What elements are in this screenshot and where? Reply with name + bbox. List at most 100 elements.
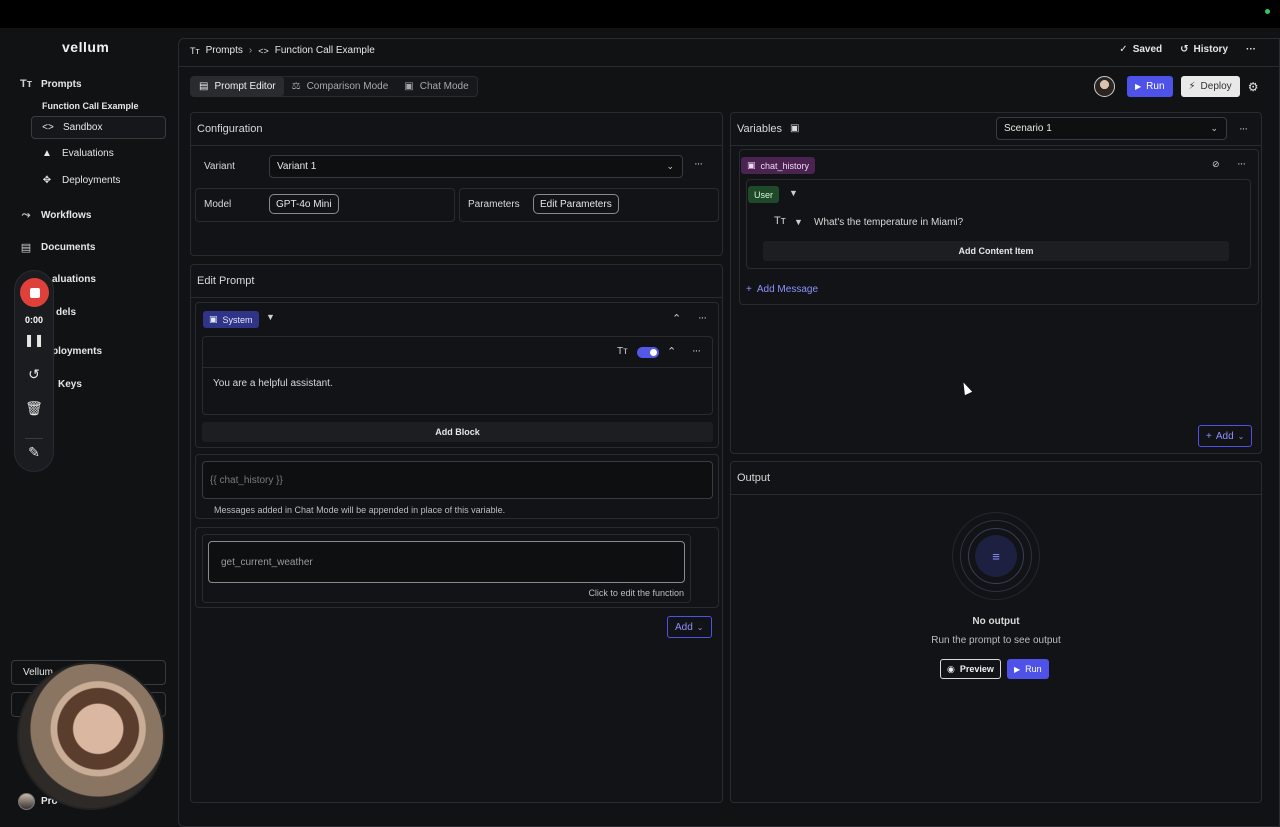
sidebar-item-api-keys[interactable]: Keys <box>58 379 82 390</box>
sidebar-item-label: Evaluations <box>62 148 114 159</box>
output-run-button[interactable]: ▶ Run <box>1007 659 1049 679</box>
tab-chat-mode[interactable]: ▣ Chat Mode <box>396 77 476 96</box>
caret-down-icon[interactable]: ▼ <box>794 217 803 227</box>
sidebar-current-prompt[interactable]: Function Call Example <box>42 101 139 111</box>
text-format-icon[interactable]: Tт <box>617 346 628 357</box>
deploy-button[interactable]: ⚡ Deploy <box>1180 76 1240 97</box>
chevron-up-icon[interactable]: ⌃ <box>667 345 676 358</box>
function-block: get_current_weather Click to edit the fu… <box>195 527 719 608</box>
header-divider <box>179 66 1280 67</box>
system-prompt-text[interactable]: You are a helpful assistant. <box>213 378 333 389</box>
add-content-item-button[interactable]: Add Content Item <box>763 241 1229 261</box>
sidebar-item-workflows[interactable]: ⤳ Workflows <box>20 209 92 222</box>
more-options-button[interactable]: ··· <box>1246 44 1256 55</box>
sidebar-item-prompts[interactable]: Tт Prompts <box>20 78 82 90</box>
breadcrumb-prompts[interactable]: Prompts <box>206 45 243 56</box>
function-hint: Click to edit the function <box>588 588 684 598</box>
sidebar-item-documents[interactable]: ▤ Documents <box>20 241 96 254</box>
block-toggle[interactable] <box>637 347 659 358</box>
run-label: Run <box>1146 81 1165 92</box>
variable-tag-label: chat_history <box>760 160 810 171</box>
sidebar-item-label: Deployments <box>62 175 121 186</box>
scenario-select[interactable]: Scenario 1 ⌄ <box>996 117 1227 140</box>
function-box: get_current_weather Click to edit the fu… <box>202 534 691 603</box>
user-avatar <box>18 793 35 810</box>
pause-icon[interactable]: ❚❚ <box>15 333 53 347</box>
variables-more-button[interactable]: ··· <box>1239 123 1248 135</box>
model-select[interactable]: GPT-4o Mini <box>269 194 339 214</box>
sidebar-item-deployments-main[interactable]: ployments <box>52 346 102 357</box>
chat-history-input[interactable]: {{ chat_history }} <box>202 461 713 499</box>
run-button[interactable]: ▶ Run <box>1127 76 1173 97</box>
model-label: Model <box>204 199 232 210</box>
vellum-logo[interactable]: vellum <box>62 39 109 55</box>
add-variable-button[interactable]: + Add ⌄ <box>1198 425 1253 447</box>
lightning-icon: ⚡ <box>1188 81 1196 92</box>
add-message-button[interactable]: + Add Message <box>746 284 818 295</box>
variant-label: Variant <box>204 161 235 172</box>
more-icon: ··· <box>1246 44 1256 55</box>
user-message-block: User ▼ Tт ▼ What's the temperature in Mi… <box>746 179 1251 269</box>
text-format-icon[interactable]: Tт <box>774 215 786 227</box>
sidebar-item-evaluations[interactable]: ▲ Evaluations <box>31 142 166 165</box>
sidebar-item-label: Prompts <box>41 78 82 90</box>
user-role-tag[interactable]: User <box>748 186 780 203</box>
add-prompt-item-button[interactable]: Add ⌄ <box>667 616 712 638</box>
history-label: History <box>1193 44 1228 55</box>
edit-parameters-button[interactable]: Edit Parameters <box>533 194 619 214</box>
function-input[interactable]: get_current_weather <box>208 541 685 583</box>
gear-icon[interactable]: ⚙ <box>1248 80 1259 94</box>
tab-prompt-editor[interactable]: ▤ Prompt Editor <box>191 77 284 96</box>
stop-recording-button[interactable] <box>20 278 49 307</box>
divider <box>731 494 1261 495</box>
sidebar-item-models[interactable]: dels <box>56 307 76 318</box>
sidebar-item-deployments[interactable]: ✥ Deployments <box>31 169 166 192</box>
variable-more-button[interactable]: ··· <box>1237 158 1246 170</box>
variant-select[interactable]: Variant 1 ⌄ <box>269 155 683 178</box>
user-avatar[interactable] <box>1094 76 1115 97</box>
tab-comparison-mode[interactable]: ⚖ Comparison Mode <box>284 77 397 96</box>
variables-panel: Variables ▣ Scenario 1 ⌄ ··· ▣ chat_hist… <box>730 112 1262 454</box>
link-icon[interactable]: ⊘ <box>1212 159 1219 170</box>
block-more-button[interactable]: ··· <box>692 345 701 357</box>
preview-button[interactable]: ◉ Preview <box>940 659 1001 679</box>
user-message-text[interactable]: What's the temperature in Miami? <box>814 217 963 228</box>
system-more-button[interactable]: ··· <box>698 312 707 324</box>
system-icon: ▣ <box>209 314 218 324</box>
chevron-up-icon[interactable]: ⌃ <box>672 312 681 325</box>
deploy-icon: ✥ <box>42 175 52 186</box>
code-icon: <> <box>42 122 54 133</box>
system-role-tag[interactable]: ▣ System <box>203 311 259 328</box>
caret-down-icon[interactable]: ▼ <box>266 312 275 322</box>
sidebar-item-label: Keys <box>58 379 82 390</box>
variant-more-button[interactable]: ··· <box>694 158 703 170</box>
configuration-title: Configuration <box>197 123 263 135</box>
plus-icon: + <box>746 284 752 295</box>
play-icon: ▶ <box>1135 82 1142 91</box>
pencil-icon[interactable]: ✎ <box>15 444 53 461</box>
document-icon: ▤ <box>199 81 209 92</box>
breadcrumb-current[interactable]: Function Call Example <box>275 45 375 56</box>
preview-label: Preview <box>959 664 994 674</box>
sidebar-item-sandbox[interactable]: <> Sandbox <box>31 116 166 139</box>
output-document-icon: ≡ <box>975 535 1017 577</box>
parameters-label: Parameters <box>468 199 520 210</box>
variable-icon: ▣ <box>747 160 756 170</box>
tab-label: Comparison Mode <box>306 81 389 92</box>
history-button[interactable]: ↺ History <box>1180 44 1228 55</box>
output-title: Output <box>737 472 771 484</box>
chat-icon: ▣ <box>404 81 414 92</box>
sidebar-item-label: aluations <box>52 274 96 285</box>
caret-down-icon[interactable]: ▼ <box>789 188 798 198</box>
divider <box>191 297 722 298</box>
info-icon[interactable]: ▣ <box>790 123 799 135</box>
flask-icon: ▲ <box>42 148 52 159</box>
tab-label: Prompt Editor <box>214 81 276 92</box>
header-actions: ✓ Saved ↺ History ··· <box>1119 44 1256 55</box>
trash-icon[interactable]: 🗑 <box>15 400 53 417</box>
add-block-button[interactable]: Add Block <box>202 422 713 442</box>
sidebar-item-evaluations-main[interactable]: aluations <box>52 274 96 285</box>
restart-icon[interactable]: ↺ <box>15 366 53 383</box>
chat-history-variable-tag[interactable]: ▣ chat_history <box>741 157 816 174</box>
system-tag-label: System <box>222 314 253 325</box>
